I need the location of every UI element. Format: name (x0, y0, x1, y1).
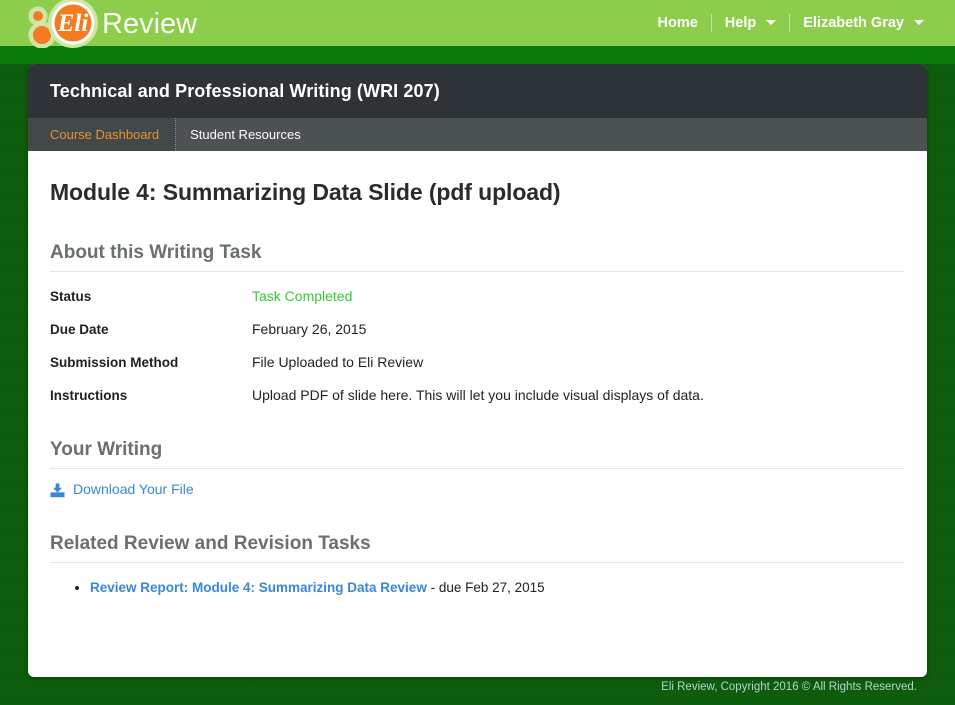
detail-label-submission-method: Submission Method (50, 355, 179, 370)
related-tasks-list: Review Report: Module 4: Summarizing Dat… (50, 577, 905, 599)
detail-row-submission-method: Submission Method File Uploaded to Eli R… (50, 354, 905, 370)
course-title: Technical and Professional Writing (WRI … (50, 80, 440, 101)
related-task-due: - due Feb 27, 2015 (426, 580, 545, 595)
detail-row-status: Status Task Completed (50, 288, 905, 304)
detail-value-submission-method: File Uploaded to Eli Review (252, 354, 424, 370)
card-content: Module 4: Summarizing Data Slide (pdf up… (28, 151, 927, 599)
related-tasks-heading: Related Review and Revision Tasks (50, 533, 905, 563)
about-details: Status Task Completed Due Date February … (50, 288, 905, 403)
tab-course-dashboard[interactable]: Course Dashboard (28, 118, 177, 151)
top-navigation: Home Help Elizabeth Gray (644, 0, 937, 46)
page-footer: Eli Review, Copyright 2016 © All Rights … (0, 680, 955, 705)
nav-item-home[interactable]: Home (644, 0, 710, 46)
top-brand-bar: Eli Review Home Help Elizabeth Gray (0, 0, 955, 48)
page-title: Module 4: Summarizing Data Slide (pdf up… (50, 179, 561, 205)
tab-student-resources[interactable]: Student Resources (176, 118, 315, 151)
detail-value-due-date: February 26, 2015 (252, 321, 367, 337)
detail-row-instructions: Instructions Upload PDF of slide here. T… (50, 387, 905, 403)
download-icon-svg (50, 482, 65, 497)
your-writing-heading: Your Writing (50, 439, 905, 469)
detail-row-due-date: Due Date February 26, 2015 (50, 321, 905, 337)
footer-copyright: Eli Review, Copyright 2016 © All Rights … (661, 681, 917, 693)
green-accent-band (0, 46, 955, 64)
tab-student-resources-label: Student Resources (190, 127, 301, 142)
status-badge: Task Completed (252, 288, 353, 304)
download-file-link[interactable]: Download Your File (73, 481, 194, 497)
detail-label-status: Status (50, 289, 92, 304)
nav-item-account[interactable]: Elizabeth Gray (790, 0, 937, 46)
related-task-link[interactable]: Review Report: Module 4: Summarizing Dat… (90, 580, 427, 595)
course-header: Technical and Professional Writing (WRI … (28, 64, 927, 118)
chevron-down-icon (914, 20, 924, 25)
nav-item-account-label: Elizabeth Gray (803, 15, 904, 31)
detail-label-instructions: Instructions (50, 388, 128, 403)
detail-value-instructions: Upload PDF of slide here. This will let … (252, 387, 704, 403)
nav-item-help-label: Help (724, 15, 757, 31)
about-section-heading: About this Writing Task (50, 242, 905, 272)
eli-review-logo-svg: Eli Review (28, 0, 198, 48)
svg-text:Eli: Eli (57, 10, 89, 37)
main-card: Technical and Professional Writing (WRI … (28, 64, 927, 677)
chevron-down-icon (766, 20, 777, 25)
download-icon (50, 482, 65, 498)
tab-course-dashboard-label: Course Dashboard (50, 127, 160, 142)
course-tab-bar: Course Dashboard Student Resources (28, 118, 927, 151)
detail-label-due-date: Due Date (50, 322, 109, 337)
svg-text:Review: Review (102, 8, 198, 40)
download-file-row[interactable]: Download Your File (50, 481, 905, 497)
nav-item-help[interactable]: Help (712, 0, 789, 46)
list-item: Review Report: Module 4: Summarizing Dat… (90, 577, 905, 599)
eli-review-logo[interactable]: Eli Review (16, 0, 276, 48)
nav-item-home-label: Home (657, 15, 698, 31)
